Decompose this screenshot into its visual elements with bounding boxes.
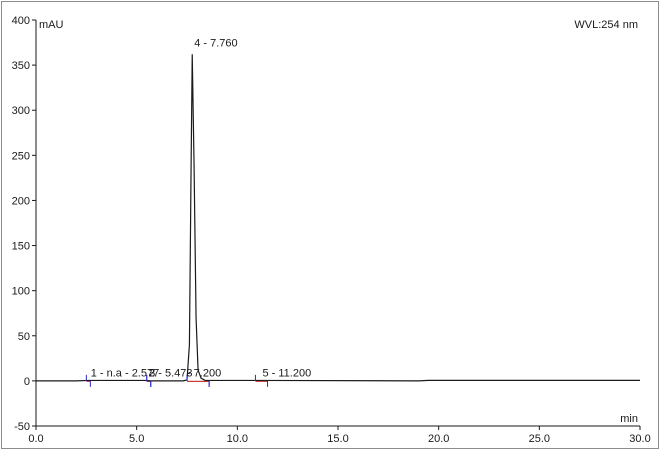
y-tick-label: 250 bbox=[12, 150, 30, 162]
y-axis-label: mAU bbox=[39, 19, 64, 31]
y-tick-label: 100 bbox=[12, 286, 30, 298]
peak-label: 4 - 7.760 bbox=[194, 37, 237, 49]
peak-labels: 1 - n.a - 2.57723 - 5.4734 - 7.760- 7.20… bbox=[91, 37, 311, 379]
x-tick-label: 30.0 bbox=[629, 433, 650, 445]
x-tick-label: 25.0 bbox=[529, 433, 550, 445]
chromatogram-trace bbox=[36, 54, 640, 382]
y-tick-label: 200 bbox=[12, 195, 30, 207]
chromatogram-frame: 1 - n.a - 2.577 2 3 - 5.473 4 - 7.760- 7.20… bbox=[1, 1, 659, 449]
y-tick-label: -50 bbox=[14, 421, 30, 433]
y-tick-label: 150 bbox=[12, 241, 30, 253]
y-tick-label: 300 bbox=[12, 105, 30, 117]
y-tick-label: 0 bbox=[24, 376, 30, 388]
y-tick-label: 50 bbox=[18, 331, 30, 343]
x-tick-label: 20.0 bbox=[428, 433, 449, 445]
x-tick-label: 10.0 bbox=[227, 433, 248, 445]
x-tick-label: 0.0 bbox=[28, 433, 43, 445]
wavelength-annotation: WVL:254 nm bbox=[574, 19, 638, 31]
x-tick-label: 5.0 bbox=[129, 433, 144, 445]
peak-label: - 7.200 bbox=[187, 367, 221, 379]
peak-label: 5 - 11.200 bbox=[262, 367, 311, 379]
x-tick-label: 15.0 bbox=[327, 433, 348, 445]
chromatogram-chart: 1 - n.a - 2.57723 - 5.4734 - 7.760- 7.20… bbox=[12, 15, 651, 445]
y-tick-label: 350 bbox=[12, 60, 30, 72]
x-axis-label: min bbox=[620, 413, 638, 425]
y-tick-label: 400 bbox=[12, 15, 30, 27]
